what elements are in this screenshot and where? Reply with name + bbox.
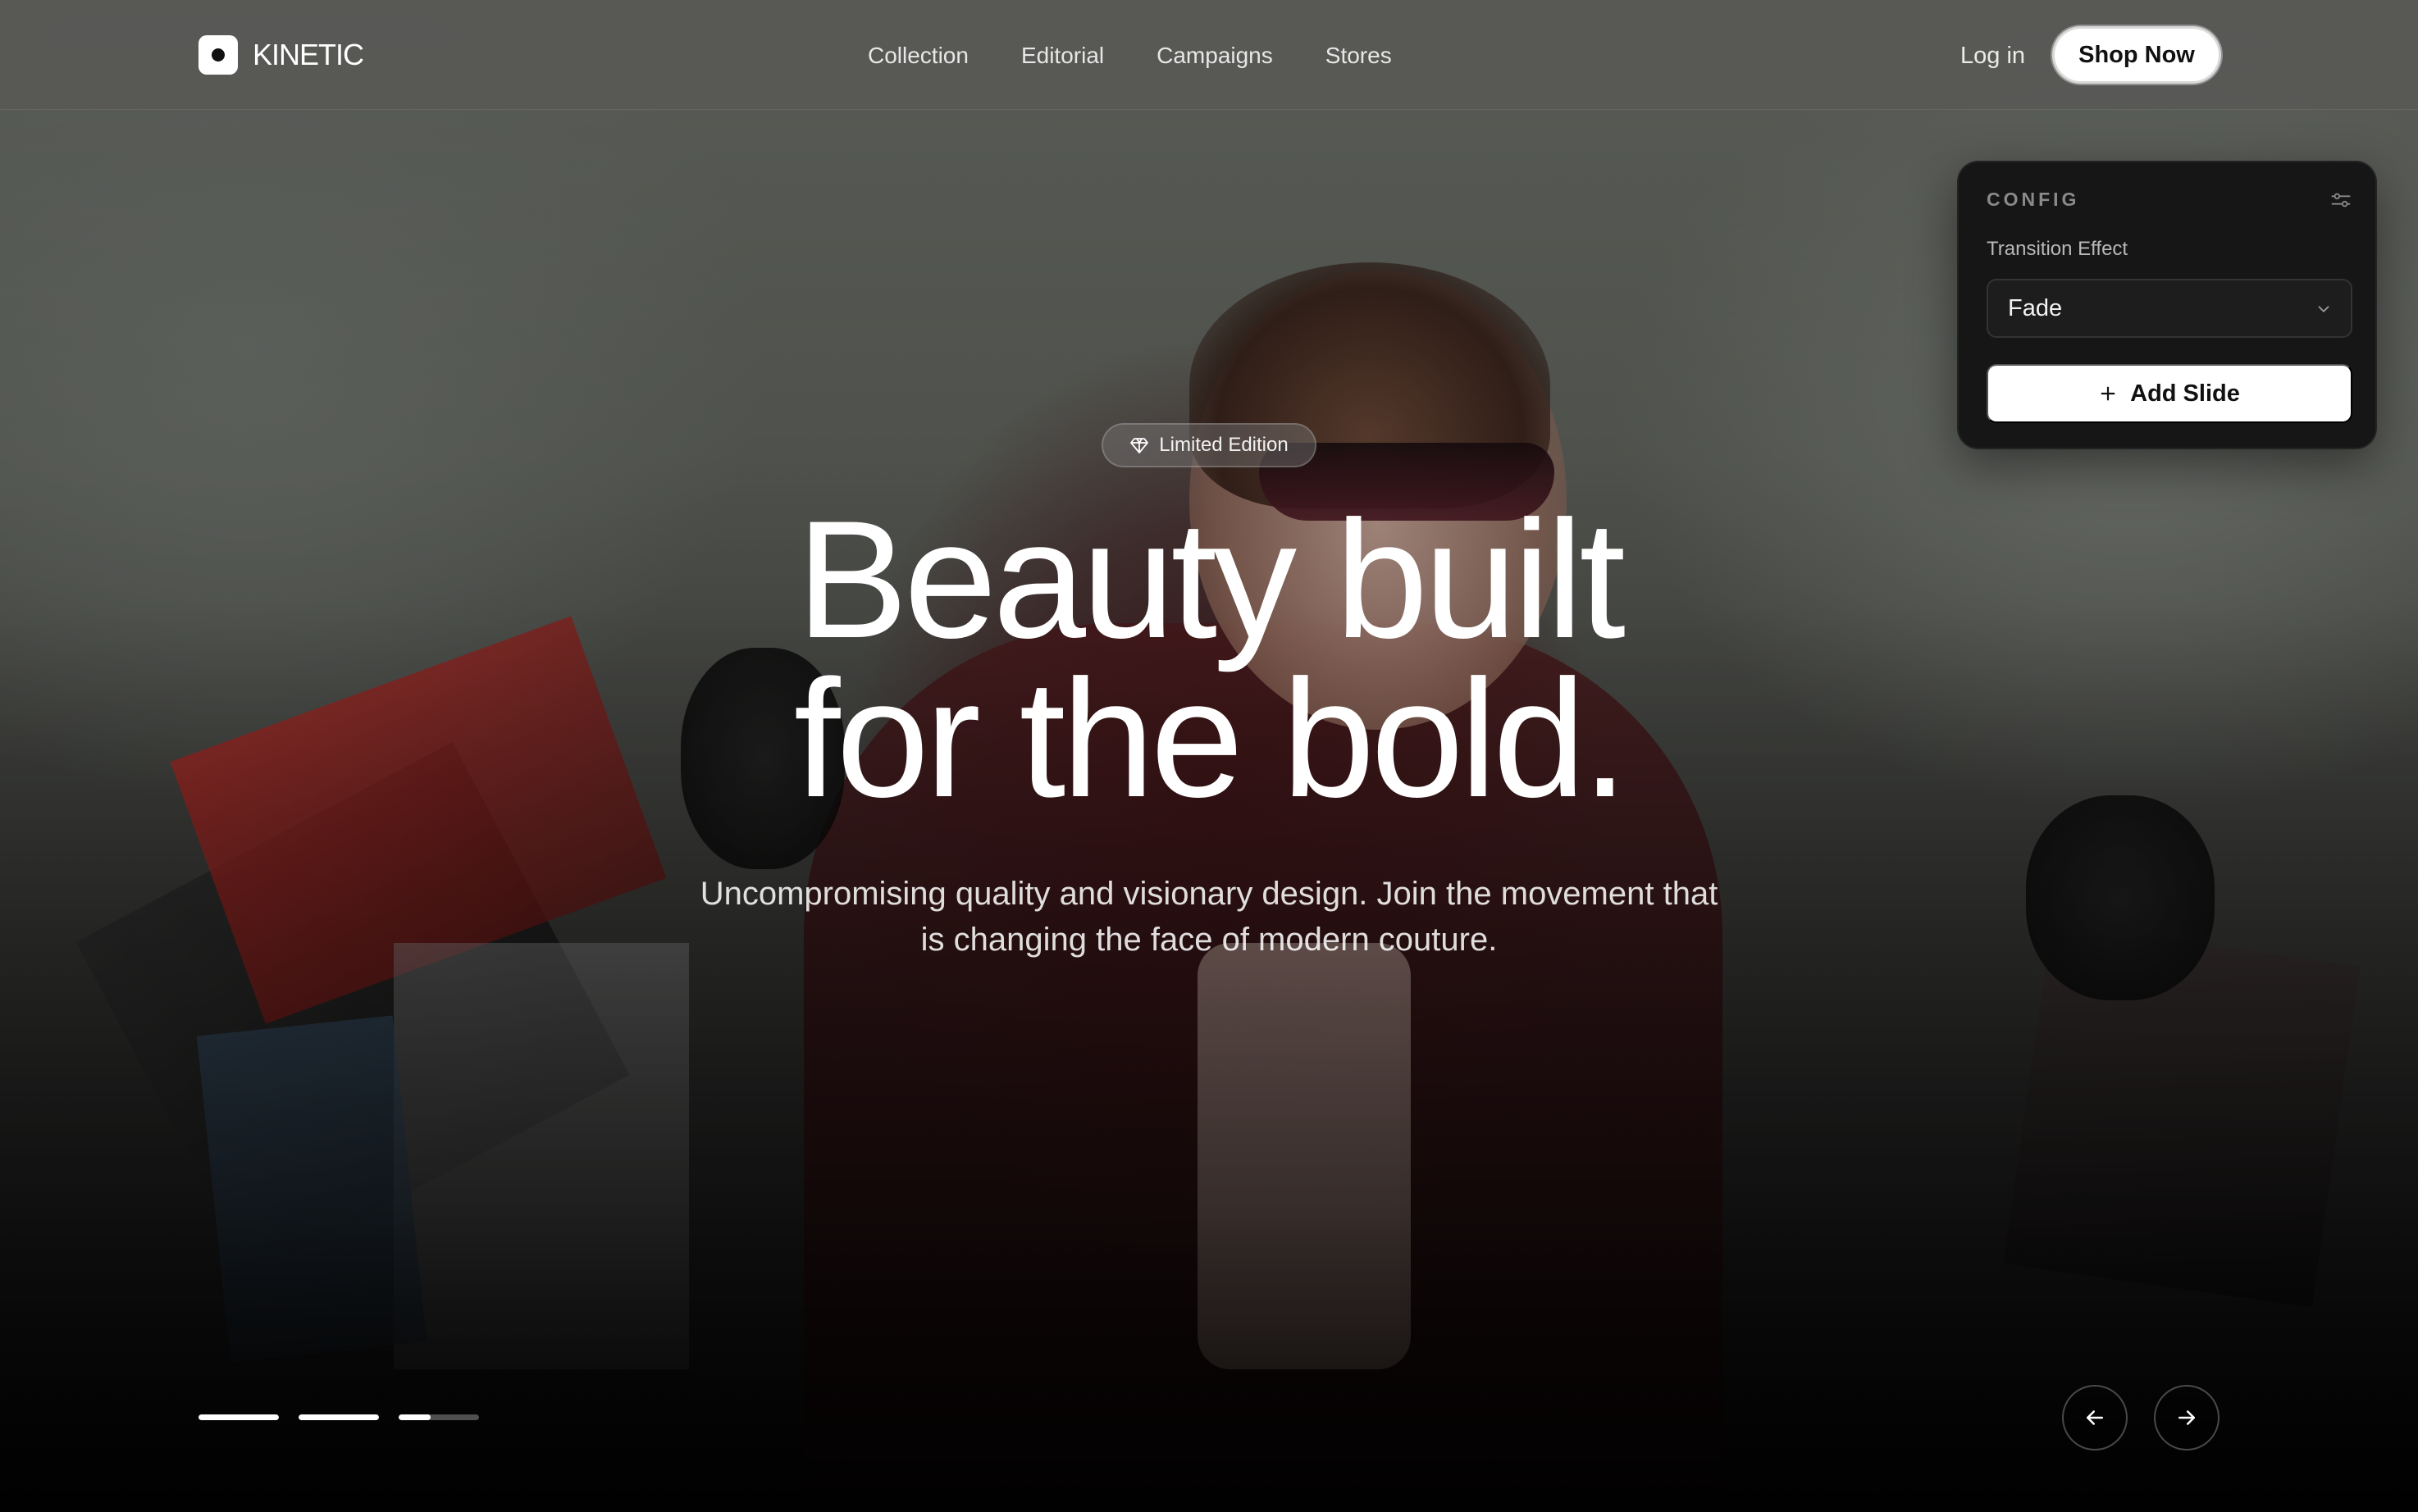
nav-link-stores[interactable]: Stores [1325, 43, 1392, 69]
nav-link-editorial[interactable]: Editorial [1021, 43, 1104, 69]
hero-subtitle-line: Uncompromising quality and visionary des… [700, 876, 1718, 912]
gem-icon [1130, 438, 1149, 453]
slide-indicator[interactable] [299, 1414, 379, 1420]
main-nav: Collection Editorial Campaigns Stores [868, 38, 1392, 74]
arrow-left-icon [2087, 1410, 2103, 1425]
sliders-icon[interactable] [2329, 189, 2352, 212]
transition-effect-value: Fade [2008, 294, 2063, 321]
badge-label: Limited Edition [1159, 434, 1289, 456]
brand-logo-dot [212, 48, 225, 61]
add-slide-button[interactable]: Add Slide [1987, 364, 2352, 423]
slide-indicators [198, 1414, 479, 1420]
slide-indicator[interactable] [198, 1414, 279, 1420]
hero-subtitle: Uncompromising quality and visionary des… [594, 871, 1824, 963]
login-link[interactable]: Log in [1960, 38, 2025, 74]
add-slide-label: Add Slide [2130, 380, 2240, 407]
slide-indicator-fill [198, 1414, 279, 1420]
slide-indicator-fill [399, 1414, 431, 1420]
nav-link-collection[interactable]: Collection [868, 43, 969, 69]
slide-indicator-fill [299, 1414, 379, 1420]
brand-logo-icon [198, 35, 238, 75]
config-panel: CONFIG Transition Effect Fade Add Slide [1957, 161, 2377, 449]
plus-icon [2101, 386, 2115, 401]
slide-indicator[interactable] [399, 1414, 479, 1420]
next-slide-button[interactable] [2154, 1385, 2220, 1451]
hero-headline-line: Beauty built [796, 486, 1626, 673]
nav-link-campaigns[interactable]: Campaigns [1157, 43, 1273, 69]
transition-effect-label: Transition Effect [1987, 238, 2128, 260]
brand-logo[interactable]: KINETIC [198, 35, 364, 75]
shop-now-button[interactable]: Shop Now [2052, 26, 2221, 84]
previous-slide-button[interactable] [2062, 1385, 2128, 1451]
hero-headline-line: for the bold. [793, 645, 1628, 832]
arrow-right-icon [2178, 1410, 2195, 1425]
chevron-down-icon [2318, 306, 2329, 312]
hero-subtitle-line: is changing the face of modern couture. [920, 922, 1498, 958]
top-navbar: KINETIC Collection Editorial Campaigns S… [0, 0, 2418, 110]
page: KINETIC Collection Editorial Campaigns S… [0, 0, 2418, 1512]
hero-headline: Beauty built for the bold. [553, 486, 1865, 832]
config-title: CONFIG [1987, 189, 2080, 210]
brand-name: KINETIC [253, 38, 364, 71]
limited-edition-badge: Limited Edition [1102, 423, 1316, 467]
transition-effect-select[interactable]: Fade [1987, 279, 2352, 338]
